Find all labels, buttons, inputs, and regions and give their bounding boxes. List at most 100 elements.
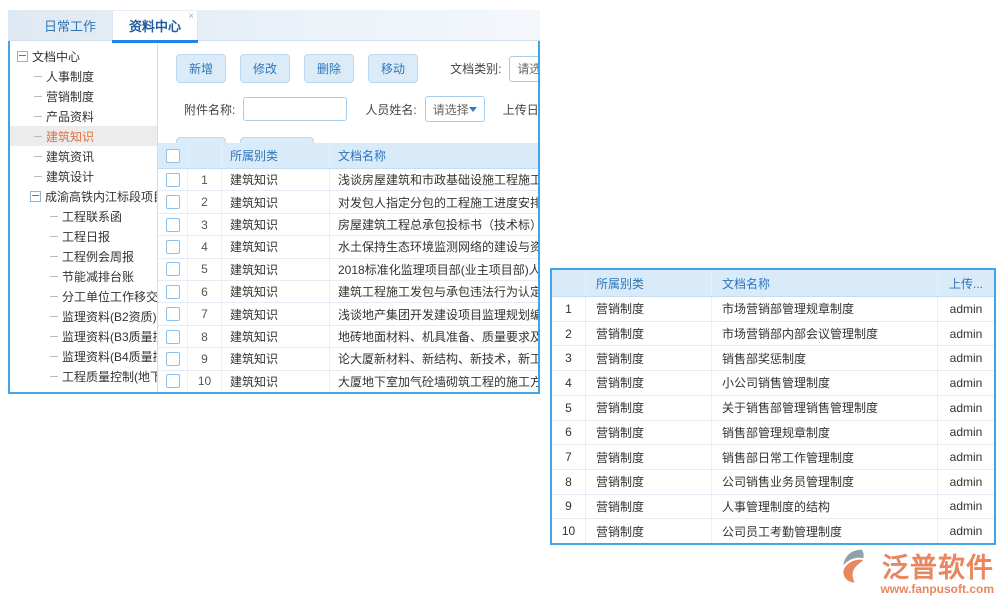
row-index: 3 — [188, 214, 222, 235]
table-row[interactable]: 2 营销制度 市场营销部内部会议管理制度 admin — [552, 322, 994, 347]
table-row[interactable]: 7 建筑知识 浅谈地产集团开发建设项目监理规划编... — [158, 303, 538, 325]
table-row[interactable]: 6 营销制度 销售部管理规章制度 admin — [552, 421, 994, 446]
select-all-checkbox[interactable] — [166, 149, 180, 163]
document-center-window: 日常工作 资料中心 × 文档中心 人事制度 — [8, 10, 540, 394]
edit-button[interactable]: 修改 — [240, 54, 290, 83]
tree-item[interactable]: 工程例会周报 — [10, 246, 157, 266]
tree-item-label: 产品资料 — [46, 108, 94, 125]
table-row[interactable]: 8 建筑知识 地砖地面材料、机具准备、质量要求及... — [158, 326, 538, 348]
table-row[interactable]: 3 建筑知识 房屋建筑工程总承包投标书（技术标）... — [158, 214, 538, 236]
tree-item[interactable]: 监理资料(B3质量控制) — [10, 326, 157, 346]
row-checkbox[interactable] — [166, 173, 180, 187]
header-uploader[interactable]: 上传... — [938, 270, 994, 296]
table-row[interactable]: 5 营销制度 关于销售部管理销售管理制度 admin — [552, 396, 994, 421]
person-name-select[interactable]: 请选择 — [425, 96, 485, 122]
row-category: 营销制度 — [586, 495, 712, 519]
tree-connector-icon — [34, 116, 42, 117]
table-row[interactable]: 4 营销制度 小公司销售管理制度 admin — [552, 371, 994, 396]
row-doc-name: 对发包人指定分包的工程施工进度安排... — [330, 191, 538, 212]
tree-item[interactable]: 工程联系函 — [10, 206, 157, 226]
collapse-icon[interactable] — [17, 51, 28, 62]
tree-item-label: 建筑设计 — [46, 168, 94, 185]
row-uploader: admin — [938, 470, 994, 494]
tree-item[interactable]: 营销制度 — [10, 86, 157, 106]
table-row[interactable]: 1 营销制度 市场营销部管理规章制度 admin — [552, 297, 994, 322]
table-row[interactable]: 5 建筑知识 2018标准化监理项目部(业主项目部)人员... — [158, 259, 538, 281]
row-category: 建筑知识 — [222, 326, 330, 347]
table-row[interactable]: 4 建筑知识 水土保持生态环境监测网络的建设与资... — [158, 236, 538, 258]
row-doc-name: 浅谈房屋建筑和市政基础设施工程施工... — [330, 169, 538, 190]
row-category: 营销制度 — [586, 322, 712, 346]
table-row[interactable]: 1 建筑知识 浅谈房屋建筑和市政基础设施工程施工... — [158, 169, 538, 191]
tree-connector-icon — [34, 136, 42, 137]
row-checkbox[interactable] — [166, 374, 180, 388]
row-uploader: admin — [938, 297, 994, 321]
row-category: 建筑知识 — [222, 303, 330, 324]
tree-item[interactable]: 成渝高铁内江标段项目 — [10, 186, 157, 206]
tree-item[interactable]: 产品资料 — [10, 106, 157, 126]
table-row[interactable]: 8 营销制度 公司销售业务员管理制度 admin — [552, 470, 994, 495]
marketing-docs-table: 所属别类 文档名称 上传... 1 营销制度 市场营销部管理规章制度 admin… — [550, 268, 996, 545]
row-category: 建筑知识 — [222, 348, 330, 369]
table-row[interactable]: 10 建筑知识 大厦地下室加气砼墙砌筑工程的施工方... — [158, 371, 538, 392]
add-button[interactable]: 新增 — [176, 54, 226, 83]
row-uploader: admin — [938, 421, 994, 445]
table-row[interactable]: 3 营销制度 销售部奖惩制度 admin — [552, 346, 994, 371]
delete-button[interactable]: 删除 — [304, 54, 354, 83]
logo-row: 泛普软件 — [840, 546, 994, 585]
tree-item[interactable]: 人事制度 — [10, 66, 157, 86]
row-index: 7 — [552, 445, 586, 469]
tab-daily-work[interactable]: 日常工作 — [28, 11, 112, 40]
tree-item[interactable]: 分工单位工作移交 — [10, 286, 157, 306]
header-doc-name[interactable]: 文档名称 — [712, 270, 938, 296]
tab-data-center[interactable]: 资料中心 × — [112, 11, 198, 40]
row-checkbox[interactable] — [166, 262, 180, 276]
table-row[interactable]: 10 营销制度 公司员工考勤管理制度 admin — [552, 519, 994, 543]
tree-item[interactable]: 工程日报 — [10, 226, 157, 246]
row-checkbox-cell — [158, 169, 188, 190]
table-row[interactable]: 6 建筑知识 建筑工程施工发包与承包违法行为认定... — [158, 281, 538, 303]
header-category[interactable]: 所属别类 — [586, 270, 712, 296]
row-checkbox[interactable] — [166, 195, 180, 209]
row-checkbox[interactable] — [166, 240, 180, 254]
row-checkbox[interactable] — [166, 218, 180, 232]
table-row[interactable]: 7 营销制度 销售部日常工作管理制度 admin — [552, 445, 994, 470]
doc-type-select[interactable]: 请选择 — [509, 56, 538, 82]
row-category: 建筑知识 — [222, 214, 330, 235]
table-row[interactable]: 9 建筑知识 论大厦新材料、新结构、新技术，新工... — [158, 348, 538, 370]
tree-item[interactable]: 监理资料(B4质量控制) — [10, 346, 157, 366]
tree-item[interactable]: 节能减排台账 — [10, 266, 157, 286]
close-icon[interactable]: × — [188, 12, 194, 22]
row-uploader: admin — [938, 346, 994, 370]
table-row[interactable]: 9 营销制度 人事管理制度的结构 admin — [552, 495, 994, 520]
row-doc-name: 浅谈地产集团开发建设项目监理规划编... — [330, 303, 538, 324]
row-checkbox[interactable] — [166, 352, 180, 366]
doc-type-value: 请选择 — [517, 60, 538, 77]
row-doc-name: 地砖地面材料、机具准备、质量要求及... — [330, 326, 538, 347]
attachment-name-input[interactable] — [243, 97, 347, 121]
document-list-pane: 新增 修改 删除 移动 文档类别: 请选择 文档 附件名称: 人员姓名: 请选择 — [158, 41, 538, 392]
tree-item-label: 建筑资讯 — [46, 148, 94, 165]
row-uploader: admin — [938, 371, 994, 395]
row-checkbox[interactable] — [166, 307, 180, 321]
row-checkbox[interactable] — [166, 285, 180, 299]
move-button[interactable]: 移动 — [368, 54, 418, 83]
tree-item[interactable]: 文档中心 — [10, 46, 157, 66]
header-category[interactable]: 所属别类 — [222, 143, 330, 168]
tree-item[interactable] — [10, 386, 157, 392]
row-doc-name: 建筑工程施工发包与承包违法行为认定... — [330, 281, 538, 302]
row-checkbox-cell — [158, 371, 188, 392]
row-category: 营销制度 — [586, 421, 712, 445]
tree-item[interactable]: 工程质量控制(地下室) — [10, 366, 157, 386]
chevron-down-icon — [469, 107, 477, 112]
row-category: 营销制度 — [586, 396, 712, 420]
header-doc-name[interactable]: 文档名称 — [330, 143, 538, 168]
tree-item[interactable]: 建筑设计 — [10, 166, 157, 186]
tree-item[interactable]: 建筑资讯 — [10, 146, 157, 166]
table-row[interactable]: 2 建筑知识 对发包人指定分包的工程施工进度安排... — [158, 191, 538, 213]
tree-item[interactable]: 监理资料(B2资质) — [10, 306, 157, 326]
row-checkbox[interactable] — [166, 330, 180, 344]
collapse-icon[interactable] — [30, 191, 41, 202]
tree-item[interactable]: 建筑知识 — [10, 126, 157, 146]
tree-connector-icon — [50, 316, 58, 317]
